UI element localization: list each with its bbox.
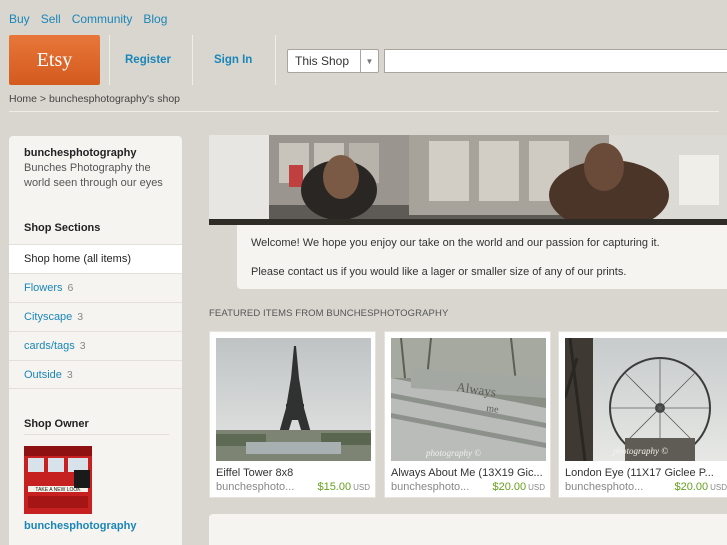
shop-banner-image (209, 135, 727, 225)
listing-price: $15.00 USD (317, 481, 370, 493)
section-count: 6 (67, 282, 74, 294)
divider (24, 434, 169, 435)
watermark-text: photography © (612, 446, 668, 456)
price-currency: USD (528, 483, 545, 492)
section-shop-home[interactable]: Shop home (all items) (9, 244, 182, 273)
price-value: $15.00 (317, 481, 352, 493)
listing-title[interactable]: London Eye (11X17 Giclee P... (565, 467, 720, 479)
listing-seller[interactable]: bunchesphoto... (216, 481, 294, 493)
listing-card[interactable]: Always me photography © Always About Me … (384, 331, 551, 498)
section-label: Outside (24, 368, 62, 381)
listing-price: $20.00 USD (674, 481, 727, 493)
section-flowers[interactable]: Flowers 6 (9, 273, 182, 302)
section-cityscape[interactable]: Cityscape 3 (9, 302, 182, 331)
shop-sections-title: Shop Sections (24, 222, 101, 234)
search-scope-label: This Shop (295, 54, 350, 68)
site-header: Etsy Register Sign In This Shop ▼ (0, 35, 727, 86)
listing-photo[interactable] (216, 338, 371, 461)
listing-seller[interactable]: bunchesphoto... (565, 481, 643, 493)
section-label: cards/tags (24, 340, 75, 352)
price-currency: USD (710, 483, 727, 492)
section-cards-tags[interactable]: cards/tags 3 (9, 331, 182, 360)
section-count: 3 (79, 340, 86, 352)
listing-title[interactable]: Eiffel Tower 8x8 (216, 467, 371, 479)
section-label: Shop home (all items) (24, 253, 131, 265)
buy-link[interactable]: Buy (9, 12, 30, 26)
search-input[interactable] (384, 49, 727, 73)
section-outside[interactable]: Outside 3 (9, 360, 182, 389)
section-label: Cityscape (24, 311, 73, 323)
divider (192, 35, 193, 85)
listing-price: $20.00 USD (492, 481, 545, 493)
divider (275, 35, 276, 85)
listing-card[interactable]: Eiffel Tower 8x8 bunchesphoto... $15.00 U… (209, 331, 376, 498)
shop-description: Bunches Photography the world seen throu… (24, 162, 163, 189)
carved-text: me (486, 403, 500, 416)
listing-seller[interactable]: bunchesphoto... (391, 481, 469, 493)
section-count: 3 (77, 311, 84, 323)
etsy-logo[interactable]: Etsy (9, 35, 100, 85)
price-value: $20.00 (492, 481, 527, 493)
welcome-message: Welcome! We hope you enjoy our take on t… (237, 225, 727, 289)
listing-photo[interactable]: photography © (565, 338, 727, 461)
watermark-text: photography © (425, 448, 481, 458)
breadcrumb: Home > bunchesphotography's shop (9, 93, 180, 105)
listing-title[interactable]: Always About Me (13X19 Gic... (391, 467, 546, 479)
blog-link[interactable]: Blog (143, 12, 167, 26)
shop-owner-avatar[interactable]: TAKE A NEW LOOK (24, 446, 92, 514)
top-nav: Buy Sell Community Blog (9, 12, 167, 26)
sell-link[interactable]: Sell (41, 12, 61, 26)
shop-name[interactable]: bunchesphotography (24, 147, 136, 159)
divider (109, 35, 110, 85)
section-label: Flowers (24, 282, 63, 294)
signin-link[interactable]: Sign In (214, 35, 252, 85)
sign-text: TAKE A NEW LOOK (35, 487, 81, 493)
search-scope-select[interactable]: This Shop ▼ (287, 49, 379, 73)
shop-owner-title: Shop Owner (24, 418, 89, 430)
listing-photo[interactable]: Always me photography © (391, 338, 546, 461)
community-link[interactable]: Community (72, 12, 133, 26)
listing-sort-bar (209, 514, 727, 545)
price-currency: USD (353, 483, 370, 492)
listing-card[interactable]: photography © London Eye (11X17 Giclee P… (558, 331, 727, 498)
register-link[interactable]: Register (125, 35, 171, 85)
chevron-down-icon[interactable]: ▼ (360, 50, 378, 72)
section-count: 3 (66, 368, 73, 381)
welcome-line-1: Welcome! We hope you enjoy our take on t… (251, 237, 660, 249)
price-value: $20.00 (674, 481, 709, 493)
welcome-line-2: Please contact us if you would like a la… (251, 266, 627, 278)
shop-sidebar: bunchesphotography Bunches Photography t… (9, 136, 182, 545)
divider (9, 111, 719, 112)
shop-owner-name[interactable]: bunchesphotography (24, 520, 136, 532)
featured-title: Featured items from bunchesphotography (209, 308, 449, 319)
